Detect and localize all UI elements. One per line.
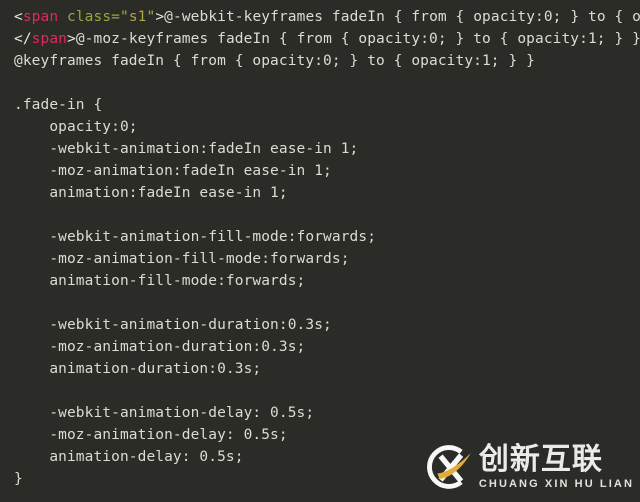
code-token-plain: -moz-animation-duration:0.3s; [14,339,306,355]
code-token-plain: -webkit-animation-delay: 0.5s; [14,405,315,421]
code-line: -webkit-animation:fadeIn ease-in 1; [14,138,640,160]
code-line: opacity:0; [14,116,640,138]
code-token-plain: } [14,471,23,487]
code-token-punct: > [67,31,76,47]
code-token-plain: animation:fadeIn ease-in 1; [14,185,288,201]
code-token-plain: @-webkit-keyframes fadeIn { from { opaci… [164,9,640,25]
code-line-list: <span class="s1">@-webkit-keyframes fade… [14,6,640,490]
code-line: -moz-animation-fill-mode:forwards; [14,248,640,270]
code-token-plain: -webkit-animation-duration:0.3s; [14,317,332,333]
code-line: -moz-animation-duration:0.3s; [14,336,640,358]
code-token-punct: > [155,9,165,25]
code-token-tag: span [31,31,67,47]
code-token-plain: @-moz-keyframes fadeIn { from { opacity:… [75,31,640,47]
code-line: -moz-animation:fadeIn ease-in 1; [14,160,640,182]
code-viewer[interactable]: <span class="s1">@-webkit-keyframes fade… [0,0,640,502]
code-line: -webkit-animation-duration:0.3s; [14,314,640,336]
code-line: animation-delay: 0.5s; [14,446,640,468]
code-line: -moz-animation-delay: 0.5s; [14,424,640,446]
code-token-plain: -webkit-animation:fadeIn ease-in 1; [14,141,359,157]
code-token-punct: </ [14,31,32,47]
code-line: animation-fill-mode:forwards; [14,270,640,292]
code-line: animation:fadeIn ease-in 1; [14,182,640,204]
code-token-plain: opacity:0; [14,119,138,135]
code-line: animation-duration:0.3s; [14,358,640,380]
code-token-punct: < [14,9,23,25]
code-token-plain: -moz-animation:fadeIn ease-in 1; [14,163,332,179]
code-line: </span>@-moz-keyframes fadeIn { from { o… [14,28,640,50]
code-line: } [14,468,640,490]
code-token-plain: animation-delay: 0.5s; [14,449,244,465]
code-token-plain: -moz-animation-delay: 0.5s; [14,427,288,443]
code-line: .fade-in { [14,94,640,116]
code-line: -webkit-animation-delay: 0.5s; [14,402,640,424]
code-token-attr: = [111,9,120,25]
code-token-plain: animation-duration:0.3s; [14,361,262,377]
code-token-plain: -webkit-animation-fill-mode:forwards; [14,229,377,245]
code-line: -webkit-animation-fill-mode:forwards; [14,226,640,248]
code-token-string: "s1" [120,9,156,25]
code-token-plain: @keyframes fadeIn { from { opacity:0; } … [14,53,535,69]
code-line: <span class="s1">@-webkit-keyframes fade… [14,6,640,28]
code-line: @keyframes fadeIn { from { opacity:0; } … [14,50,640,72]
code-token-plain: .fade-in { [14,97,103,113]
code-token-plain: animation-fill-mode:forwards; [14,273,306,289]
code-token-tag: span [22,9,59,25]
code-token-plain: -moz-animation-fill-mode:forwards; [14,251,350,267]
code-token-attr: class [58,9,112,25]
